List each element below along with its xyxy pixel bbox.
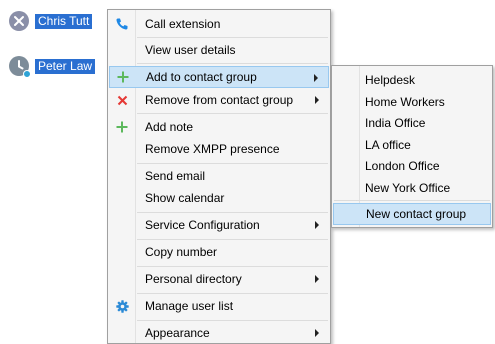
submenu-item-london-office[interactable]: London Office [333, 155, 491, 177]
submenu-item-label: London Office [365, 159, 440, 173]
presence-indicator [23, 70, 31, 78]
menu-item-remove-from-contact-group[interactable]: Remove from contact group [109, 89, 329, 111]
menu-item-add-to-contact-group[interactable]: Add to contact group [109, 66, 329, 88]
submenu-item-label: Helpdesk [365, 73, 416, 87]
menu-item-label: Add note [145, 120, 194, 134]
user-entry-chris[interactable]: Chris Tutt [9, 11, 93, 31]
submenu-arrow-icon [315, 96, 319, 104]
menu-separator [137, 266, 328, 267]
menu-separator [137, 239, 328, 240]
submenu-item-label: New contact group [366, 207, 467, 221]
menu-item-label: Personal directory [145, 272, 242, 286]
menu-item-appearance[interactable]: Appearance [109, 322, 329, 344]
menu-item-manage-user-list[interactable]: Manage user list [109, 295, 329, 317]
menu-item-copy-number[interactable]: Copy number [109, 241, 329, 263]
close-icon [14, 16, 24, 26]
menu-item-label: Manage user list [145, 299, 234, 313]
user-name[interactable]: Peter Law [35, 58, 96, 74]
menu-item-label: Show calendar [145, 191, 225, 205]
menu-item-label: Add to contact group [146, 70, 257, 84]
user-name[interactable]: Chris Tutt [35, 13, 93, 29]
submenu-item-label: India Office [365, 116, 426, 130]
context-menu: Call extension View user details Add to … [107, 9, 331, 344]
menu-separator [137, 113, 328, 114]
menu-item-view-user-details[interactable]: View user details [109, 39, 329, 61]
menu-item-label: Remove XMPP presence [145, 142, 280, 156]
plus-icon [109, 116, 135, 138]
menu-item-remove-xmpp-presence[interactable]: Remove XMPP presence [109, 138, 329, 160]
submenu-item-label: New York Office [365, 181, 451, 195]
menu-item-show-calendar[interactable]: Show calendar [109, 187, 329, 209]
user-avatar [9, 56, 31, 78]
menu-item-personal-directory[interactable]: Personal directory [109, 268, 329, 290]
desktop: Chris Tutt Peter Law Call extension View… [0, 0, 495, 344]
menu-separator [137, 163, 328, 164]
submenu-arrow-icon [315, 221, 319, 229]
submenu-item-label: Home Workers [365, 95, 445, 109]
menu-item-label: Remove from contact group [145, 93, 294, 107]
menu-item-label: Service Configuration [145, 218, 260, 232]
menu-item-label: Copy number [145, 245, 218, 259]
submenu-item-new-contact-group[interactable]: New contact group [333, 203, 491, 225]
submenu-item-home-workers[interactable]: Home Workers [333, 91, 491, 113]
gear-icon [109, 295, 135, 317]
submenu-item-new-york-office[interactable]: New York Office [333, 177, 491, 199]
x-icon [109, 89, 135, 111]
submenu-arrow-icon [315, 275, 319, 283]
user-avatar [9, 11, 29, 31]
menu-item-label: Send email [145, 169, 206, 183]
phone-icon [109, 13, 135, 35]
menu-item-send-email[interactable]: Send email [109, 165, 329, 187]
submenu-item-label: LA office [365, 138, 411, 152]
submenu-item-india-office[interactable]: India Office [333, 112, 491, 134]
submenu-arrow-icon [315, 329, 319, 337]
menu-item-label: Appearance [145, 326, 210, 340]
contact-group-submenu: Helpdesk Home Workers India Office LA of… [331, 65, 493, 228]
menu-item-add-note[interactable]: Add note [109, 116, 329, 138]
submenu-item-la-office[interactable]: LA office [333, 134, 491, 156]
menu-item-call-extension[interactable]: Call extension [109, 13, 329, 35]
menu-separator [137, 293, 328, 294]
submenu-item-helpdesk[interactable]: Helpdesk [333, 69, 491, 91]
menu-item-label: View user details [145, 43, 236, 57]
user-entry-peter[interactable]: Peter Law [9, 56, 96, 78]
menu-separator [137, 212, 328, 213]
menu-item-service-configuration[interactable]: Service Configuration [109, 214, 329, 236]
menu-separator [137, 63, 328, 64]
menu-separator [137, 320, 328, 321]
plus-icon [110, 66, 136, 88]
menu-separator [334, 200, 490, 201]
submenu-arrow-icon [314, 74, 318, 82]
menu-separator [137, 37, 328, 38]
menu-item-label: Call extension [145, 17, 221, 31]
